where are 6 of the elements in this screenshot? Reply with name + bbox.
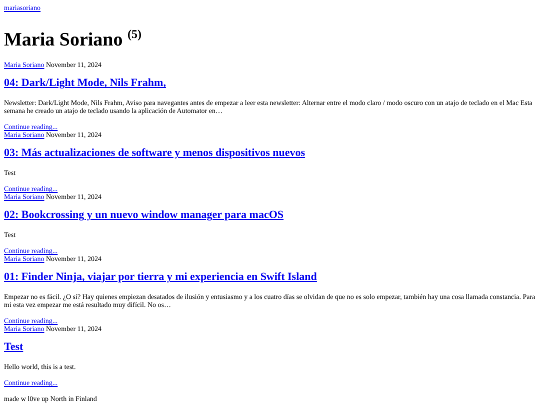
post-title-link[interactable]: 02: Bookcrossing y un nuevo window manager para macOS	[4, 209, 284, 222]
page-heading: Maria Soriano $^{(5)}$	[4, 26, 142, 52]
post-title-link[interactable]: 04: Dark/Light Mode, Nils Frahm,	[4, 77, 166, 90]
post-title-link[interactable]: Test	[4, 341, 24, 354]
post-title-link[interactable]: 01: Finder Ninja, viajar por tierra y mi experiencia en Swift Island	[4, 271, 317, 284]
post-title-link[interactable]: 03: Más actualizaciones de software y menos dispositivos nuevos	[4, 147, 306, 160]
